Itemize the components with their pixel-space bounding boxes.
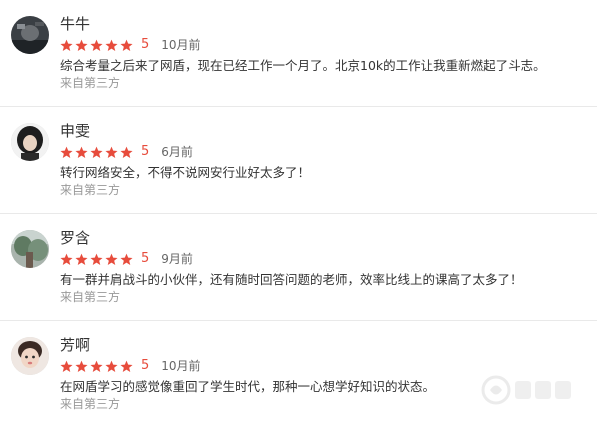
star-icon [120,146,133,159]
star-icon [90,253,103,266]
avatar-child-photo-icon [11,337,49,375]
rating-row: 5 9月前 [60,251,193,267]
star-icon [60,253,73,266]
review-item: 牛牛 5 10月前 综合考量之后来了网盾，现在已经工作一个月了。北京10k的工作… [0,0,597,107]
review-time: 9月前 [161,252,193,266]
avatar-dark-photo-icon [11,16,49,54]
rating-row: 5 10月前 [60,37,201,53]
avatar[interactable] [11,337,49,375]
star-rating [60,360,135,373]
avatar[interactable] [11,123,49,161]
star-icon [75,360,88,373]
rating-score: 5 [141,358,150,373]
avatar-girl-dark-hair-icon [11,123,49,161]
reviewer-name: 芳啊 [60,336,91,354]
star-rating [60,146,135,159]
star-icon [120,360,133,373]
review-time: 10月前 [161,38,201,52]
review-item: 申雯 5 6月前 转行网络安全，不得不说网安行业好太多了！ 来自第三方 [0,107,597,214]
review-source: 来自第三方 [60,397,121,411]
avatar[interactable] [11,16,49,54]
star-icon [105,253,118,266]
star-rating [60,253,135,266]
star-icon [75,253,88,266]
star-icon [75,146,88,159]
star-icon [75,39,88,52]
reviewer-name: 罗含 [60,229,91,247]
review-source: 来自第三方 [60,290,121,304]
star-icon [105,360,118,373]
rating-score: 5 [141,251,150,266]
review-comment: 有一群并肩战斗的小伙伴，还有随时回答问题的老师，效率比线上的课高了太多了！ [60,272,523,287]
star-icon [60,360,73,373]
review-comment: 转行网络安全，不得不说网安行业好太多了！ [60,165,311,180]
rating-row: 5 10月前 [60,358,201,374]
avatar[interactable] [11,230,49,268]
review-source: 来自第三方 [60,183,121,197]
review-comment: 综合考量之后来了网盾，现在已经工作一个月了。北京10k的工作让我重新燃起了斗志。 [60,58,546,73]
star-rating [60,39,135,52]
reviewer-name: 牛牛 [60,15,91,33]
rating-score: 5 [141,37,150,52]
review-time: 10月前 [161,359,201,373]
review-source: 来自第三方 [60,76,121,90]
star-icon [120,39,133,52]
star-icon [90,146,103,159]
star-icon [90,360,103,373]
review-time: 6月前 [161,145,193,159]
avatar-outdoor-photo-icon [11,230,49,268]
reviewer-name: 申雯 [60,122,91,140]
star-icon [60,39,73,52]
site-logo-watermark-icon [479,373,589,407]
rating-score: 5 [141,144,150,159]
star-icon [105,39,118,52]
star-icon [60,146,73,159]
rating-row: 5 6月前 [60,144,193,160]
star-icon [105,146,118,159]
review-item: 罗含 5 9月前 有一群并肩战斗的小伙伴，还有随时回答问题的老师，效率比线上的课… [0,214,597,321]
star-icon [90,39,103,52]
star-icon [120,253,133,266]
